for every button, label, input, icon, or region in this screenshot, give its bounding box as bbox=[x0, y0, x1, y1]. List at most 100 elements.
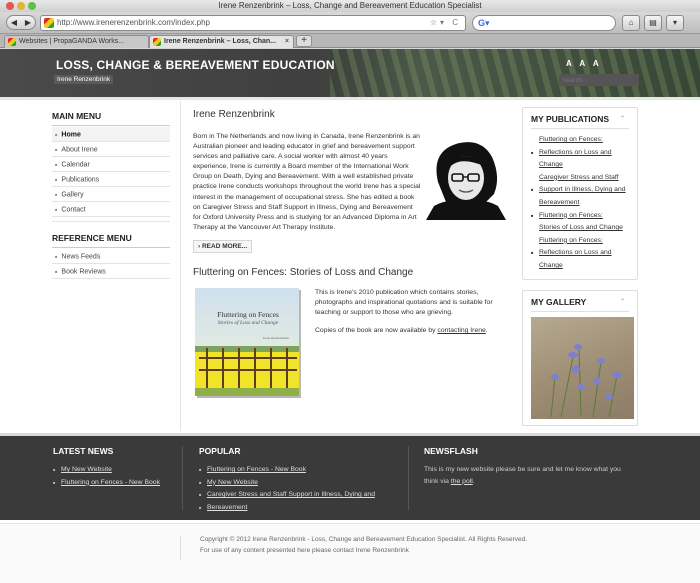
footer-divider bbox=[182, 446, 183, 510]
address-bar[interactable]: http://www.irenerenzenbrink.com/index.ph… bbox=[40, 15, 466, 31]
latest-news-link[interactable]: Fluttering on Fences - New Book bbox=[53, 477, 160, 490]
availability-text: Copies of the book are now available by bbox=[315, 327, 438, 335]
header-background-image bbox=[330, 49, 700, 97]
publication-link[interactable]: Reflections on Loss and bbox=[531, 147, 629, 160]
home-icon[interactable]: ⌂ bbox=[622, 15, 640, 31]
web-search-field[interactable]: G▾ bbox=[472, 15, 616, 31]
contact-irene-link[interactable]: contacting Irene bbox=[437, 327, 485, 334]
publication-link[interactable]: Change bbox=[531, 260, 629, 273]
latest-news-heading: LATEST NEWS bbox=[53, 446, 114, 456]
publication-link[interactable]: Fluttering on Fences: bbox=[531, 134, 629, 147]
bookmark-star-icon[interactable]: ☆▾ C bbox=[430, 16, 461, 30]
publication-link[interactable]: Change bbox=[531, 159, 629, 172]
tab-favicon-icon bbox=[8, 38, 16, 46]
close-window-button[interactable] bbox=[6, 2, 14, 10]
copyright-contact-text: For use of any content presented here pl… bbox=[200, 547, 409, 554]
tab-label: Websites | PropaGANDA Works... bbox=[19, 38, 125, 45]
menu-item-book-reviews[interactable]: Book Reviews bbox=[52, 264, 170, 279]
publications-box: MY PUBLICATIONS ⌃ Fluttering on Fences:R… bbox=[522, 107, 638, 280]
tab-irene[interactable]: Irene Renzenbrink – Loss, Chan... × bbox=[149, 35, 294, 48]
article2-title: Fluttering on Fences: Stories of Loss an… bbox=[193, 266, 414, 278]
menu-item-publications[interactable]: Publications bbox=[52, 172, 170, 187]
publication-link[interactable]: Fluttering on Fences: bbox=[531, 235, 629, 248]
portrait-image bbox=[426, 132, 506, 220]
popular-link[interactable]: Caregiver Stress and Staff Support in Il… bbox=[199, 489, 375, 502]
popular-link[interactable]: My New Website bbox=[199, 477, 375, 490]
popular-link-continued[interactable]: Bereavement bbox=[199, 502, 375, 515]
zoom-window-button[interactable] bbox=[28, 2, 36, 10]
poll-link[interactable]: the poll bbox=[451, 478, 473, 485]
back-icon[interactable]: ◀ bbox=[11, 18, 17, 27]
minimize-window-button[interactable] bbox=[17, 2, 25, 10]
close-tab-icon[interactable]: × bbox=[285, 36, 289, 48]
copyright-divider bbox=[180, 536, 181, 560]
publication-link[interactable]: Bereavement bbox=[531, 197, 629, 210]
popular-section: POPULAR Fluttering on Fences - New Book … bbox=[199, 446, 375, 515]
latest-news-section: LATEST NEWS My New Website Fluttering on… bbox=[53, 446, 160, 489]
article-title: Irene Renzenbrink bbox=[193, 109, 275, 120]
right-column: MY PUBLICATIONS ⌃ Fluttering on Fences:R… bbox=[522, 107, 638, 436]
publication-link[interactable]: Caregiver Stress and Staff bbox=[531, 172, 629, 185]
menu-item-calendar[interactable]: Calendar bbox=[52, 157, 170, 172]
latest-news-link[interactable]: My New Website bbox=[53, 464, 160, 477]
menu-item-contact[interactable]: Contact bbox=[52, 202, 170, 217]
book-cover-title: Fluttering on Fences bbox=[217, 309, 279, 319]
site-search-input[interactable] bbox=[559, 74, 639, 86]
site-title[interactable]: LOSS, CHANGE & BEREAVEMENT EDUCATION bbox=[56, 58, 335, 72]
book-cover-author: Irene Renzenbrink bbox=[263, 335, 289, 340]
web-page: LOSS, CHANGE & BEREAVEMENT EDUCATION Ire… bbox=[0, 49, 700, 583]
menu-item-about[interactable]: About Irene bbox=[52, 142, 170, 157]
publications-heading: MY PUBLICATIONS ⌃ bbox=[531, 114, 629, 129]
font-size-controls[interactable]: A A A bbox=[566, 59, 602, 68]
tab-propaganda[interactable]: Websites | PropaGANDA Works... bbox=[4, 35, 149, 48]
gallery-box: MY GALLERY ⌃ bbox=[522, 289, 638, 426]
site-subtitle: Irene Renzenbrink bbox=[54, 75, 114, 84]
collapse-icon[interactable]: ⌃ bbox=[620, 115, 625, 122]
browser-toolbar: ◀ ▶ http://www.irenerenzenbrink.com/inde… bbox=[0, 12, 700, 34]
left-column: MAIN MENU Home About Irene Calendar Publ… bbox=[52, 111, 170, 279]
google-icon[interactable]: G▾ bbox=[478, 18, 490, 29]
window-title: Irene Renzenbrink – Loss, Change and Ber… bbox=[218, 1, 482, 10]
tab-favicon-icon bbox=[153, 38, 161, 46]
footer-divider bbox=[408, 446, 409, 510]
menu-icon[interactable]: ▾ bbox=[666, 15, 684, 31]
reference-menu-heading: REFERENCE MENU bbox=[52, 233, 170, 248]
main-menu-heading: MAIN MENU bbox=[52, 111, 170, 126]
menu-item-gallery[interactable]: Gallery bbox=[52, 187, 170, 202]
read-more-button[interactable]: READ MORE... bbox=[193, 239, 253, 253]
column-divider bbox=[180, 101, 181, 431]
header-divider bbox=[0, 97, 700, 100]
newsflash-text: This is my new website please be sure an… bbox=[424, 464, 634, 487]
menu-spacer bbox=[52, 221, 170, 233]
popular-link-text[interactable]: Bereavement bbox=[207, 504, 247, 511]
gallery-heading: MY GALLERY ⌃ bbox=[531, 297, 629, 312]
collapse-icon[interactable]: ⌃ bbox=[620, 298, 625, 305]
menu-item-news-feeds[interactable]: News Feeds bbox=[52, 249, 170, 264]
window-controls[interactable] bbox=[6, 2, 36, 10]
forward-icon[interactable]: ▶ bbox=[25, 18, 31, 27]
copyright-bar: Copyright © 2012 Irene Renzenbrink - Los… bbox=[0, 523, 700, 583]
book-cover-image: Fluttering on Fences Stories of Loss and… bbox=[193, 287, 303, 400]
publication-link[interactable]: Stories of Loss and Change bbox=[531, 222, 629, 235]
new-tab-button[interactable]: + bbox=[296, 35, 312, 47]
popular-heading: POPULAR bbox=[199, 446, 241, 456]
nav-buttons[interactable]: ◀ ▶ bbox=[6, 15, 36, 30]
book-cover-subtitle: Stories of Loss and Change bbox=[217, 319, 279, 326]
publications-heading-text: MY PUBLICATIONS bbox=[531, 114, 610, 124]
url-text[interactable]: http://www.irenerenzenbrink.com/index.ph… bbox=[57, 18, 210, 27]
site-favicon-icon bbox=[44, 18, 54, 28]
tab-bar: Websites | PropaGANDA Works... Irene Ren… bbox=[0, 34, 700, 48]
availability-suffix: . bbox=[485, 327, 488, 335]
site-footer: LATEST NEWS My New Website Fluttering on… bbox=[0, 433, 700, 520]
newsflash-suffix: . bbox=[472, 477, 475, 485]
publication-link[interactable]: Fluttering on Fences: bbox=[531, 210, 629, 223]
menu-item-home[interactable]: Home bbox=[52, 127, 170, 142]
gallery-heading-text: MY GALLERY bbox=[531, 296, 587, 307]
popular-link[interactable]: Fluttering on Fences - New Book bbox=[199, 464, 375, 477]
bookmarks-icon[interactable]: ▤ bbox=[644, 15, 662, 31]
site-header: LOSS, CHANGE & BEREAVEMENT EDUCATION Ire… bbox=[0, 49, 700, 97]
gallery-image[interactable] bbox=[531, 316, 634, 419]
publication-link[interactable]: Reflections on Loss and bbox=[531, 247, 629, 260]
copyright-text: Copyright © 2012 Irene Renzenbrink - Los… bbox=[200, 536, 528, 543]
publication-link[interactable]: Support in Illness, Dying and bbox=[531, 184, 629, 197]
